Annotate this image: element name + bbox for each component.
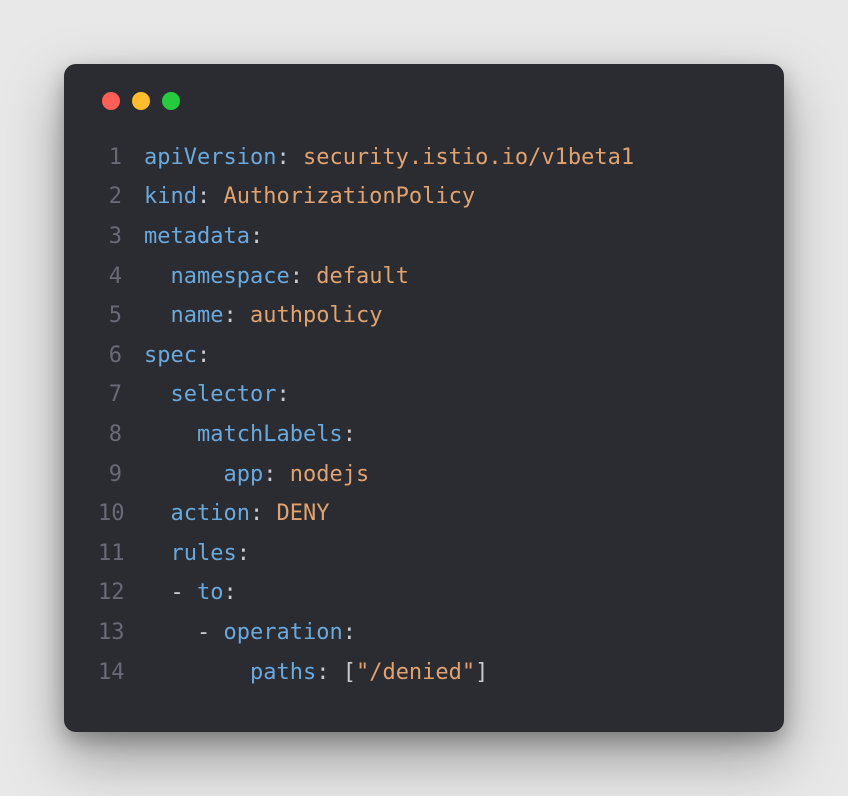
code-token: nodejs [290,462,369,487]
line-content: name: authpolicy [144,296,382,336]
line-content: rules: [144,534,250,574]
line-content: selector: [144,375,290,415]
zoom-icon[interactable] [162,92,180,110]
code-line: 11 rules: [98,534,750,574]
code-token: ] [475,660,488,685]
line-number: 10 [98,494,144,534]
code-line: 2kind: AuthorizationPolicy [98,177,750,217]
code-line: 4 namespace: default [98,257,750,297]
code-token: - [171,580,198,605]
line-content: matchLabels: [144,415,356,455]
code-token: : [276,382,289,407]
code-line: 12 - to: [98,573,750,613]
window-titlebar [98,92,750,110]
code-token: AuthorizationPolicy [223,184,475,209]
code-token: : [263,462,290,487]
code-token: : [250,501,277,526]
code-token: paths [250,660,316,685]
minimize-icon[interactable] [132,92,150,110]
line-content: - to: [144,573,237,613]
code-token: : [197,184,224,209]
code-token: kind [144,184,197,209]
line-content: app: nodejs [144,455,369,495]
code-token: spec [144,343,197,368]
code-token: - [197,620,224,645]
line-number: 5 [98,296,144,336]
line-content: action: DENY [144,494,329,534]
code-token: : [237,541,250,566]
code-block: 1apiVersion: security.istio.io/v1beta12k… [98,138,750,692]
code-token: : [343,422,356,447]
code-token: apiVersion [144,145,276,170]
code-token: : [ [316,660,356,685]
line-content: metadata: [144,217,263,257]
line-number: 6 [98,336,144,376]
line-number: 4 [98,257,144,297]
code-token: operation [223,620,342,645]
line-content: - operation: [144,613,356,653]
line-number: 13 [98,613,144,653]
line-number: 12 [98,573,144,613]
code-token: : [290,264,317,289]
code-token: security.istio.io/v1beta1 [303,145,634,170]
code-line: 1apiVersion: security.istio.io/v1beta1 [98,138,750,178]
code-token: action [171,501,250,526]
code-token: matchLabels [197,422,343,447]
line-number: 7 [98,375,144,415]
code-line: 13 - operation: [98,613,750,653]
code-token: : [250,224,263,249]
line-content: namespace: default [144,257,409,297]
line-number: 1 [98,138,144,178]
code-token: authpolicy [250,303,382,328]
code-token: "/denied" [356,660,475,685]
code-line: 3metadata: [98,217,750,257]
code-token: rules [171,541,237,566]
code-token: default [316,264,409,289]
code-token: : [197,343,210,368]
code-token: : [343,620,356,645]
code-token: selector [171,382,277,407]
code-token: : [224,580,237,605]
line-number: 8 [98,415,144,455]
code-token: : [223,303,250,328]
code-line: 10 action: DENY [98,494,750,534]
line-number: 2 [98,177,144,217]
code-token: metadata [144,224,250,249]
code-line: 7 selector: [98,375,750,415]
code-token: app [223,462,263,487]
code-token: DENY [276,501,329,526]
code-line: 8 matchLabels: [98,415,750,455]
code-line: 5 name: authpolicy [98,296,750,336]
code-line: 6spec: [98,336,750,376]
code-line: 9 app: nodejs [98,455,750,495]
line-content: spec: [144,336,210,376]
code-token: name [171,303,224,328]
code-window: 1apiVersion: security.istio.io/v1beta12k… [64,64,784,732]
code-token: : [276,145,303,170]
line-number: 11 [98,534,144,574]
line-content: kind: AuthorizationPolicy [144,177,475,217]
line-number: 9 [98,455,144,495]
code-token: to [197,580,224,605]
close-icon[interactable] [102,92,120,110]
line-number: 14 [98,653,144,693]
code-token: namespace [171,264,290,289]
line-number: 3 [98,217,144,257]
line-content: apiVersion: security.istio.io/v1beta1 [144,138,634,178]
code-line: 14 paths: ["/denied"] [98,653,750,693]
line-content: paths: ["/denied"] [144,653,488,693]
